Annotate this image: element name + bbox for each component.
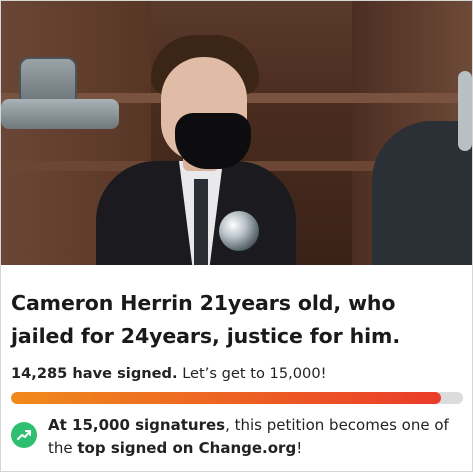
camera-arm bbox=[1, 99, 119, 129]
milestone-note: At 15,000 signatures, this petition beco… bbox=[11, 414, 462, 460]
signature-progress-bar bbox=[11, 392, 463, 404]
milestone-end: ! bbox=[296, 439, 303, 457]
signature-status: 14,285 have signed. Let’s get to 15,000! bbox=[11, 365, 462, 382]
signature-progress-fill bbox=[11, 392, 442, 404]
bystander-figure bbox=[372, 121, 472, 265]
petition-title[interactable]: Cameron Herrin 21years old, who jailed f… bbox=[11, 287, 462, 353]
microphone-icon bbox=[219, 211, 259, 251]
petition-photo bbox=[1, 1, 472, 265]
signed-count: 14,285 have signed. bbox=[11, 365, 178, 382]
signature-goal: Let’s get to 15,000! bbox=[182, 365, 327, 382]
milestone-text: At 15,000 signatures, this petition beco… bbox=[48, 414, 462, 460]
petition-card: Cameron Herrin 21years old, who jailed f… bbox=[0, 0, 473, 472]
trending-up-icon bbox=[11, 422, 37, 448]
person-tie bbox=[194, 179, 208, 265]
microphone-stand bbox=[458, 71, 472, 151]
camera-equipment bbox=[1, 51, 121, 171]
petition-body: Cameron Herrin 21years old, who jailed f… bbox=[1, 265, 472, 460]
milestone-top-signed: top signed on Change.org bbox=[77, 439, 297, 457]
milestone-goal: At 15,000 signatures bbox=[48, 416, 226, 434]
face-mask bbox=[175, 113, 251, 169]
